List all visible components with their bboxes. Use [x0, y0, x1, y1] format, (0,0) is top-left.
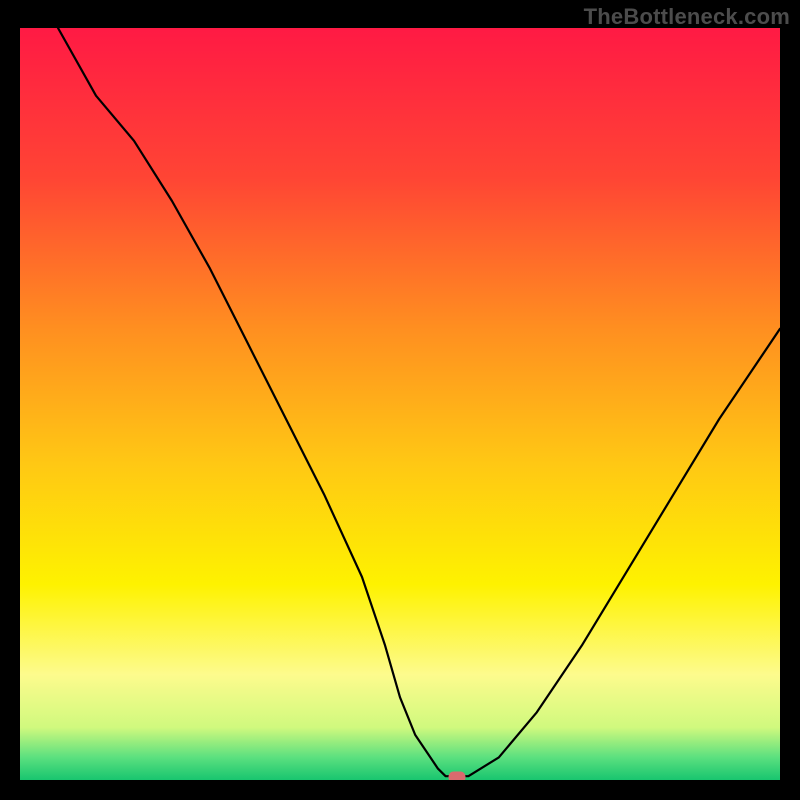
bottleneck-chart	[20, 28, 780, 780]
watermark-label: TheBottleneck.com	[584, 4, 790, 30]
plot-area	[20, 28, 780, 780]
optimal-marker	[449, 772, 466, 781]
chart-frame: TheBottleneck.com	[0, 0, 800, 800]
